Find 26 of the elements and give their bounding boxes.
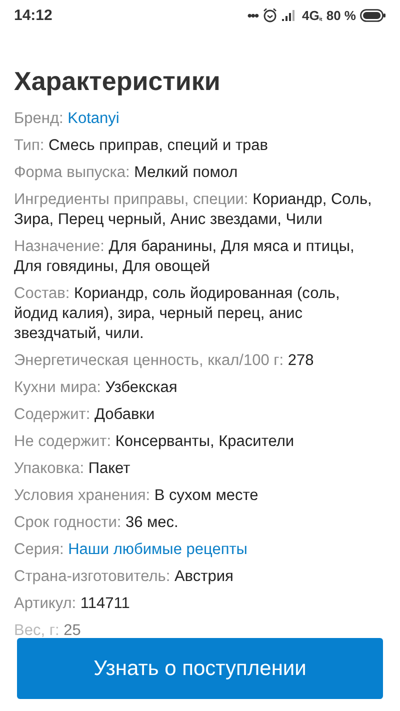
spec-row-text: Ингредиенты приправы, специи: Кориандр, Соль, Зира, Перец черный, Анис звездами, Чили [14, 190, 373, 230]
spec-row-text: Назначение: Для баранины, Для мяса и птицы, Для говядины, Для овощей [14, 237, 356, 277]
spec-row-text: Условия хранения: В сухом месте [14, 486, 260, 506]
spec-row-text: Кухни мира: Узбекская [14, 378, 178, 398]
spec-row-text: Вес, г: 25 [14, 621, 82, 641]
spec-row-text: Страна-изготовитель: Австрия [14, 567, 234, 587]
spec-row-text: Упаковка: Пакет [14, 459, 132, 479]
section-title: Характеристики [14, 66, 222, 97]
status-time: 14:12 [14, 6, 52, 24]
spec-row-text: Содержит: Добавки [14, 405, 156, 425]
spec-row-text: Форма выпуска: Мелкий помол [14, 163, 239, 183]
battery-icon [360, 8, 386, 22]
spec-row-text: Срок годности: 36 мес. [14, 513, 180, 533]
spec-row-text: Энергетическая ценность, ккал/100 г: 278 [14, 351, 315, 371]
spec-link[interactable]: Наши любимые рецепты [68, 541, 248, 558]
alarm-clock-icon [262, 7, 278, 23]
spec-row-text: Состав: Кориандр, соль йодированная (соль, йодид калия), зира, черный перец, анис звездчатый, чили. [14, 284, 341, 344]
spec-row-text: Не содержит: Консерванты, Красители [14, 432, 296, 452]
more-indicator: ••• [247, 8, 258, 22]
spec-row-text: Артикул: 114711 [14, 594, 131, 614]
spec-row-text: Бренд: Kotanyi [14, 109, 120, 129]
spec-row-text: Тип: Смесь приправ, специй и трав [14, 136, 270, 156]
notify-button[interactable]: Узнать о поступлении [17, 638, 383, 699]
spec-row-text: Серия: Наши любимые рецепты [14, 540, 248, 560]
spec-link[interactable]: Kotanyi [68, 110, 120, 127]
battery-percent: 80 % [326, 8, 356, 22]
